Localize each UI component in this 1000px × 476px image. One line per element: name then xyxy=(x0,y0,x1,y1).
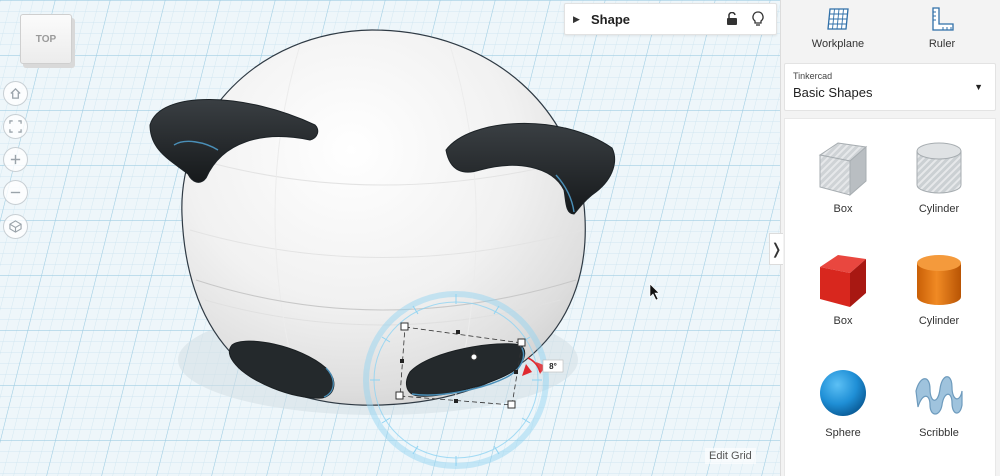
shape-label: Cylinder xyxy=(918,315,960,327)
shape-cylinder-solid[interactable]: Cylinder xyxy=(889,231,989,341)
workspace-viewport[interactable]: 8° TOP ▶ Shape Edit Grid xyxy=(0,0,780,476)
home-icon xyxy=(10,87,21,99)
workplane-label: Workplane xyxy=(811,38,865,50)
cylinder-striped-icon xyxy=(916,142,962,194)
box-striped-icon xyxy=(818,142,868,197)
library-selected: Basic Shapes xyxy=(793,85,873,100)
edge-handle-top[interactable] xyxy=(456,330,460,334)
fit-view-icon xyxy=(9,120,22,133)
ruler-tool[interactable]: Ruler xyxy=(887,0,997,58)
ruler-icon xyxy=(932,7,954,31)
chevron-right-icon[interactable]: ▶ xyxy=(573,14,587,25)
shape-label: Sphere xyxy=(825,427,861,439)
ruler-label: Ruler xyxy=(928,38,956,50)
plus-icon xyxy=(10,154,21,165)
shape-box-hole[interactable]: Box xyxy=(793,119,893,229)
lock-button[interactable] xyxy=(722,9,742,29)
workplane-tool[interactable]: Workplane xyxy=(783,0,893,58)
shape-library-grid: Box Cylinder Box Cylinder Sphere Scribbl… xyxy=(784,118,996,476)
workspace-scene[interactable]: 8° xyxy=(0,0,780,476)
edge-handle-left[interactable] xyxy=(400,359,404,363)
shape-label: Cylinder xyxy=(918,203,960,215)
edit-grid-button[interactable]: Edit Grid xyxy=(705,448,756,464)
zoom-in-button[interactable] xyxy=(3,147,28,172)
shape-library-dropdown[interactable]: Tinkercad Basic Shapes ▼ xyxy=(784,63,996,111)
unlock-icon xyxy=(727,12,737,25)
shape-label: Box xyxy=(833,203,853,215)
shape-box-solid[interactable]: Box xyxy=(793,231,893,341)
box-red-icon xyxy=(820,255,866,307)
edge-handle-bottom[interactable] xyxy=(454,399,458,403)
home-view-button[interactable] xyxy=(3,81,28,106)
rotation-angle-label: 8° xyxy=(549,362,557,371)
minus-icon xyxy=(10,191,21,194)
library-provider: Tinkercad xyxy=(793,71,833,81)
dropdown-arrow-icon: ▼ xyxy=(974,82,983,92)
shape-label: Scribble xyxy=(919,427,959,439)
shape-inspector-panel[interactable]: ▶ Shape xyxy=(564,3,777,35)
sphere-blue-icon xyxy=(820,370,866,416)
shape-panel-title: Shape xyxy=(591,11,631,27)
shape-cylinder-hole[interactable]: Cylinder xyxy=(889,119,989,229)
shape-scribble[interactable]: Scribble xyxy=(889,343,989,453)
perspective-cube-icon xyxy=(9,220,22,233)
hint-button[interactable] xyxy=(748,9,768,29)
edge-handle-right[interactable] xyxy=(514,370,518,374)
view-cube[interactable]: TOP xyxy=(20,14,72,64)
height-handle[interactable] xyxy=(470,353,478,361)
fit-view-button[interactable] xyxy=(3,114,28,139)
orthographic-toggle-button[interactable] xyxy=(3,214,28,239)
workplane-icon xyxy=(827,8,849,30)
cylinder-orange-icon xyxy=(917,255,961,305)
zoom-out-button[interactable] xyxy=(3,180,28,205)
lightbulb-icon xyxy=(752,11,764,26)
chevron-icon: ❭ xyxy=(770,241,783,258)
sidebar-collapse-toggle[interactable]: ❭ xyxy=(769,233,783,265)
shape-label: Box xyxy=(833,315,853,327)
view-cube-label: TOP xyxy=(35,34,57,45)
shape-sphere[interactable]: Sphere xyxy=(793,343,893,453)
scribble-icon xyxy=(915,376,963,415)
